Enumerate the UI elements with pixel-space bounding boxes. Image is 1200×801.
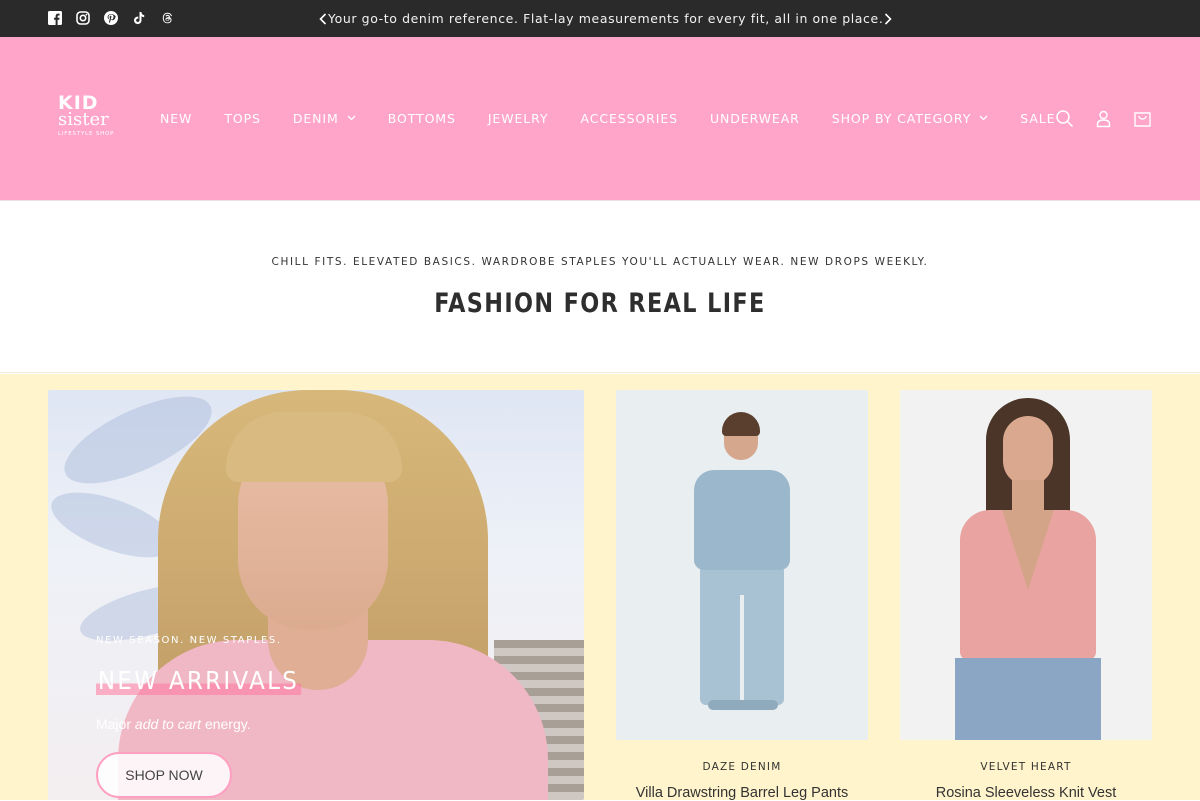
nav-item-tops[interactable]: TOPS [224, 111, 261, 126]
hero-tagline-pre: Major [96, 716, 135, 732]
product-image-jeans [955, 658, 1101, 740]
hero-title: NEW ARRIVALS [96, 666, 301, 695]
instagram-icon[interactable] [76, 11, 90, 25]
nav-label: SALE [1020, 110, 1056, 126]
announcement-carousel: Your go-to denim reference. Flat-lay mea… [318, 0, 893, 37]
nav-item-shop-by-category[interactable]: SHOP BY CATEGORY [832, 111, 988, 126]
hero-tagline-em: add to cart [134, 716, 202, 732]
product-image[interactable] [900, 390, 1152, 740]
logo-line2: sister [58, 109, 109, 130]
facebook-icon[interactable] [48, 11, 62, 25]
nav-label: ACCESSORIES [580, 110, 678, 126]
nav-item-accessories[interactable]: ACCESSORIES [580, 111, 678, 126]
product-brand: DAZE DENIM [702, 761, 782, 773]
hero-tagline: Major add to cart energy. [96, 716, 251, 732]
social-links [48, 11, 174, 25]
chevron-down-icon [347, 115, 356, 121]
product-image-shoes [708, 700, 778, 710]
nav-item-denim[interactable]: DENIM [293, 111, 356, 126]
nav-item-underwear[interactable]: UNDERWEAR [710, 111, 800, 126]
shop-now-button[interactable]: SHOP NOW [96, 752, 232, 798]
pinterest-icon[interactable] [104, 11, 118, 25]
hero-banner[interactable]: NEW SEASON. NEW STAPLES. NEW ARRIVALS Ma… [48, 390, 584, 800]
account-icon[interactable] [1094, 109, 1113, 128]
logo-line3: LIFESTYLE SHOP [58, 131, 115, 137]
nav-item-bottoms[interactable]: BOTTOMS [388, 111, 456, 126]
nav-label: DENIM [292, 110, 339, 126]
product-image[interactable] [616, 390, 868, 740]
hero-image-fringe [226, 412, 402, 482]
threads-icon[interactable] [160, 11, 174, 25]
featured-section: NEW SEASON. NEW STAPLES. NEW ARRIVALS Ma… [0, 374, 1200, 801]
main-nav: NEW TOPS DENIM BOTTOMS JEWELRY ACCESSORI… [160, 110, 1087, 126]
hero-tagline-post: energy. [201, 716, 251, 732]
cart-icon[interactable] [1133, 109, 1152, 128]
tiktok-icon[interactable] [132, 11, 146, 25]
hero-kicker: NEW SEASON. NEW STAPLES. [96, 635, 282, 646]
chevron-left-icon[interactable] [318, 12, 328, 26]
product-image-hair [722, 412, 760, 436]
product-card[interactable]: DAZE DENIM Villa Drawstring Barrel Leg P… [616, 390, 868, 801]
nav-item-sale[interactable]: SALE [1020, 111, 1055, 126]
nav-label: BOTTOMS [387, 110, 456, 126]
nav-label: NEW [160, 110, 193, 126]
product-title[interactable]: Villa Drawstring Barrel Leg Pants [616, 785, 868, 801]
nav-item-jewelry[interactable]: JEWELRY [488, 111, 549, 126]
nav-label: TOPS [224, 110, 261, 126]
announcement-text: Your go-to denim reference. Flat-lay mea… [328, 11, 884, 26]
product-image-gap [740, 595, 744, 705]
chevron-right-icon[interactable] [883, 12, 893, 26]
nav-label: SHOP BY CATEGORY [831, 110, 972, 126]
nav-label: JEWELRY [487, 110, 549, 126]
logo[interactable]: KID sister LIFESTYLE SHOP [58, 94, 122, 144]
intro-title: FASHION FOR REAL LIFE [434, 288, 766, 319]
product-card[interactable]: VELVET HEART Rosina Sleeveless Knit Vest [900, 390, 1152, 801]
product-image-face [1003, 416, 1053, 486]
header-actions [1055, 109, 1152, 128]
product-image-top [694, 470, 790, 570]
product-title[interactable]: Rosina Sleeveless Knit Vest [900, 785, 1152, 801]
intro-subtitle: CHILL FITS. ELEVATED BASICS. WARDROBE ST… [271, 256, 929, 268]
announcement-bar: Your go-to denim reference. Flat-lay mea… [0, 0, 1200, 37]
nav-label: UNDERWEAR [709, 110, 800, 126]
site-header: KID sister LIFESTYLE SHOP NEW TOPS DENIM… [0, 37, 1200, 201]
nav-item-new[interactable]: NEW [160, 111, 192, 126]
intro-section: CHILL FITS. ELEVATED BASICS. WARDROBE ST… [0, 202, 1200, 373]
chevron-down-icon [979, 115, 988, 121]
search-icon[interactable] [1055, 109, 1074, 128]
product-brand: VELVET HEART [980, 761, 1072, 773]
